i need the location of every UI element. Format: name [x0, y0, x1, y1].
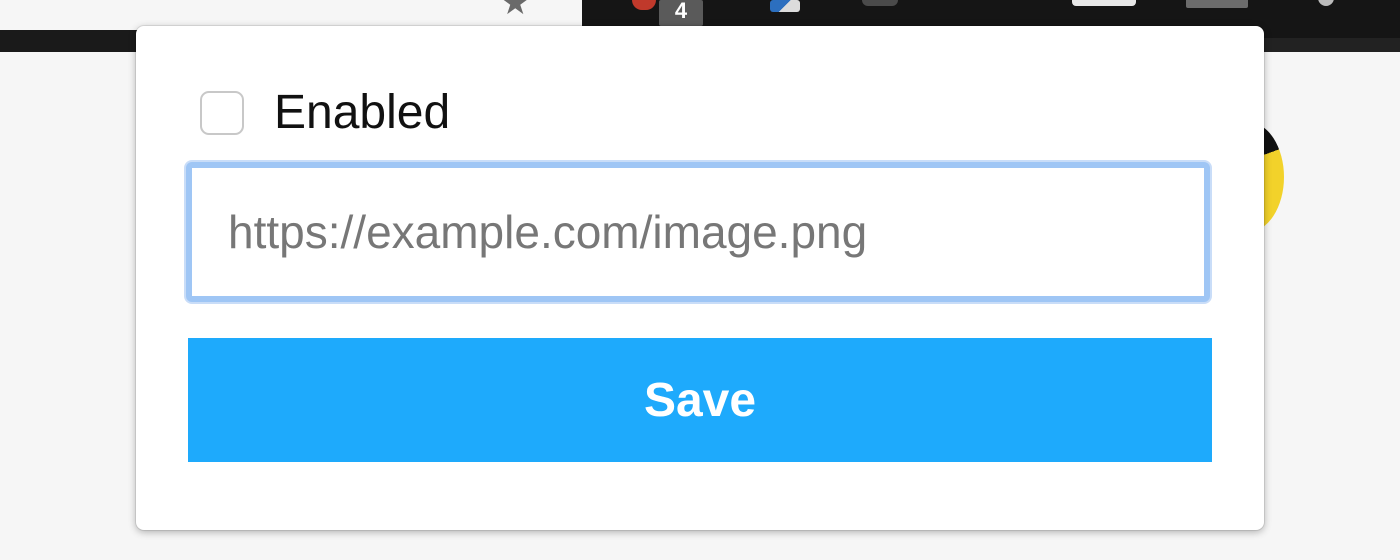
enabled-toggle[interactable]: Enabled	[200, 88, 450, 138]
extension-puzzle-icon[interactable]	[862, 0, 898, 6]
extension-grey-icon[interactable]	[1186, 0, 1248, 8]
enabled-checkbox[interactable]	[200, 91, 244, 135]
image-url-input[interactable]	[186, 162, 1210, 302]
extension-blue-icon[interactable]	[770, 0, 800, 12]
toolbar-divider	[1262, 38, 1400, 52]
extension-white-icon[interactable]	[1072, 0, 1136, 6]
bookmark-star-icon[interactable]: ★	[500, 0, 530, 20]
save-button[interactable]: Save	[188, 338, 1212, 462]
extension-popup: Enabled Save	[136, 26, 1264, 530]
enabled-label: Enabled	[274, 86, 451, 139]
extension-badge: 4	[659, 0, 703, 26]
toolbar-divider	[0, 30, 140, 52]
